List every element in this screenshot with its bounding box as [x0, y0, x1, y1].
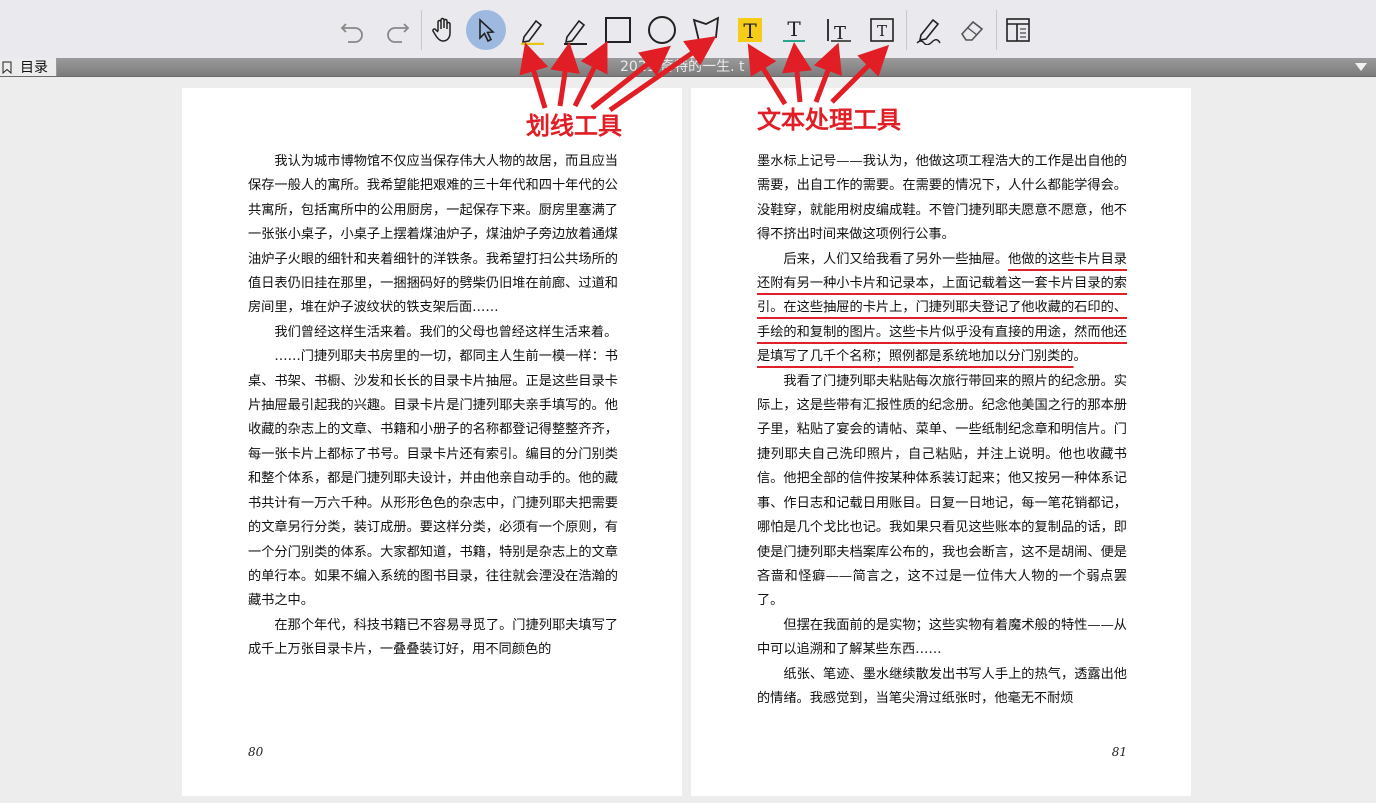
text-strikeout-icon: T — [827, 19, 851, 44]
select-arrow-icon — [479, 18, 495, 43]
signature-icon — [916, 18, 941, 45]
signature-button[interactable] — [908, 10, 948, 50]
rectangle-icon — [605, 17, 631, 43]
text-strikeout-button[interactable]: T — [818, 10, 858, 50]
paragraph: 在那个年代，科技书籍已不容易寻觅了。门捷列耶夫填写了成千上万张目录卡片，一叠叠装… — [248, 617, 618, 658]
pencil-icon — [564, 19, 587, 45]
eraser-button[interactable] — [952, 10, 992, 50]
page-number: 80 — [248, 745, 264, 759]
text-span: 。 — [1073, 349, 1087, 365]
paragraph: 我们曾经这样生活来着。我们的父母也曾经这样生活来着。 — [274, 324, 618, 340]
page-left: 我认为城市博物馆不仅应当保存伟大人物的故居，而且应当保存一般人的寓所。我希望能把… — [182, 88, 682, 796]
annotation-toolbar: T T T T — [0, 0, 1376, 58]
chevron-down-icon[interactable] — [1354, 62, 1368, 72]
toc-label: 目录 — [20, 60, 48, 76]
text-underline-button[interactable]: T — [774, 10, 814, 50]
text-box-icon: T — [870, 18, 894, 42]
undo-button[interactable] — [333, 10, 373, 50]
paragraph: ……门捷列耶夫书房里的一切，都同主人生前一模一样：书桌、书架、书橱、沙发和长长的… — [248, 349, 618, 609]
highlighter-button[interactable] — [511, 10, 551, 50]
pencil-button[interactable] — [554, 10, 594, 50]
document-title-bar: 目录 2021 奇特的一生. t — [0, 58, 1376, 77]
text-box-button[interactable]: T — [862, 10, 902, 50]
svg-text:T: T — [743, 19, 757, 43]
document-title: 2021 奇特的一生. t — [620, 59, 745, 75]
text-highlight-button[interactable]: T — [730, 10, 770, 50]
underlined-text-annotation[interactable]: 他做的这些卡片目录还附有另一种小卡片和记录本，上面记载着这一套卡片目录的索引。在… — [757, 252, 1127, 365]
rectangle-button[interactable] — [598, 10, 638, 50]
drawing-tools-label: 划线工具 — [526, 112, 622, 140]
toc-button[interactable]: 目录 — [0, 58, 57, 76]
paragraph: 纸张、笔迹、墨水继续散发出书写人手上的热气，透露出他的情绪。我感觉到，当笔尖滑过… — [757, 666, 1127, 706]
text-span: 后来，人们又给我看了另外一些抽屉。 — [783, 251, 1009, 267]
eraser-icon — [960, 20, 984, 41]
circle-icon — [648, 16, 676, 44]
panel-toggle-button[interactable] — [998, 10, 1038, 50]
page-text[interactable]: 我认为城市博物馆不仅应当保存伟大人物的故居，而且应当保存一般人的寓所。我希望能把… — [248, 150, 618, 663]
text-tools-label: 文本处理工具 — [757, 106, 901, 134]
panel-icon — [1006, 18, 1030, 42]
hand-tool-button[interactable] — [423, 10, 463, 50]
polygon-icon — [692, 16, 720, 43]
circle-button[interactable] — [642, 10, 682, 50]
page-text[interactable]: 墨水标上记号——我认为，他做这项工程浩大的工作是出自他的需要，出自工作的需要。在… — [757, 150, 1127, 711]
select-tool-button[interactable] — [466, 10, 506, 50]
highlighter-icon — [521, 19, 544, 45]
page-right: 墨水标上记号——我认为，他做这项工程浩大的工作是出自他的需要，出自工作的需要。在… — [691, 88, 1191, 796]
polygon-button[interactable] — [686, 10, 726, 50]
paragraph: 墨水标上记号——我认为，他做这项工程浩大的工作是出自他的需要，出自工作的需要。在… — [757, 154, 1127, 243]
hand-icon — [432, 17, 451, 42]
svg-text:T: T — [787, 17, 801, 41]
redo-button[interactable] — [377, 10, 417, 50]
bookmark-icon — [2, 61, 12, 74]
paragraph: 我看了门捷列耶夫粘贴每次旅行带回来的照片的纪念册。实际上，这是些带有汇报性质的纪… — [757, 373, 1127, 609]
text-underline-icon: T — [783, 17, 805, 42]
text-highlight-icon: T — [738, 18, 762, 43]
paragraph: 我认为城市博物馆不仅应当保存伟大人物的故居，而且应当保存一般人的寓所。我希望能把… — [248, 154, 618, 316]
redo-icon — [387, 23, 410, 43]
undo-icon — [340, 23, 363, 43]
paragraph: 后来，人们又给我看了另外一些抽屉。他做的这些卡片目录还附有另一种小卡片和记录本，… — [757, 248, 1127, 370]
page-number: 81 — [1111, 745, 1127, 759]
svg-text:T: T — [877, 22, 887, 40]
paragraph: 但摆在我面前的是实物；这些实物有着魔术般的特性——从中可以追溯和了解某些东西…… — [757, 617, 1127, 658]
